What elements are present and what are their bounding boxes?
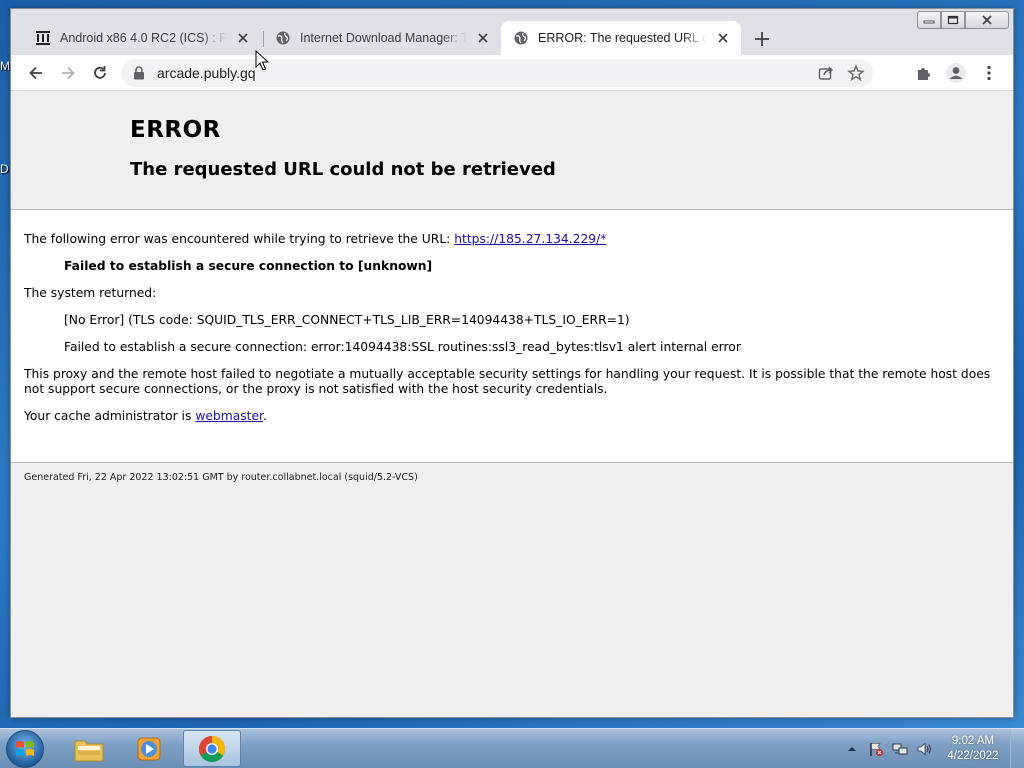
close-window-button[interactable] bbox=[965, 11, 1009, 29]
taskbar: 9:02 AM 4/22/2022 bbox=[0, 728, 1024, 768]
lock-icon[interactable] bbox=[133, 66, 145, 80]
reload-button[interactable] bbox=[88, 61, 112, 85]
cache-admin-suffix: . bbox=[262, 409, 267, 423]
tab-strip: Android x86 4.0 RC2 (ICS) : Free D Inter… bbox=[11, 9, 1013, 55]
minimize-icon bbox=[923, 20, 935, 24]
tab-title: ERROR: The requested URL could bbox=[538, 31, 707, 45]
chrome-icon bbox=[198, 735, 226, 762]
close-tab-icon[interactable] bbox=[235, 30, 251, 46]
system-returned-label: The system returned: bbox=[24, 286, 157, 300]
browser-window: Android x86 4.0 RC2 (ICS) : Free D Inter… bbox=[10, 8, 1014, 718]
globe-icon bbox=[514, 31, 528, 45]
mouse-cursor-icon bbox=[255, 50, 269, 71]
taskbar-explorer[interactable] bbox=[60, 730, 118, 767]
start-button[interactable] bbox=[6, 730, 44, 768]
taskbar-chrome[interactable] bbox=[183, 730, 241, 767]
close-icon bbox=[982, 15, 992, 25]
network-icon[interactable] bbox=[892, 741, 908, 757]
new-tab-plus-icon[interactable] bbox=[751, 28, 773, 50]
error-header: ERROR The requested URL could not be ret… bbox=[11, 91, 1013, 209]
bookmark-star-icon[interactable] bbox=[847, 64, 865, 82]
show-hidden-icons-chevron-up-icon[interactable] bbox=[844, 741, 860, 757]
action-center-flag-icon[interactable] bbox=[868, 741, 884, 757]
error-intro-text: The following error was encountered whil… bbox=[24, 232, 451, 246]
reload-icon bbox=[94, 66, 106, 79]
tls-code-text: [No Error] (TLS code: SQUID_TLS_ERR_CONN… bbox=[64, 313, 630, 327]
profile-button[interactable] bbox=[944, 61, 968, 85]
puzzle-piece-icon bbox=[918, 68, 930, 80]
back-arrow-icon bbox=[29, 66, 42, 80]
cache-admin-line: Your cache administrator is webmaster. bbox=[24, 409, 1000, 424]
desktop-icon-label-fragment[interactable]: M bbox=[0, 59, 10, 73]
error-intro: The following error was encountered whil… bbox=[24, 232, 1000, 247]
error-summary: Failed to establish a secure connection … bbox=[64, 259, 433, 273]
taskbar-media-player[interactable] bbox=[120, 730, 178, 767]
error-url-link[interactable]: https://185.27.134.229/* bbox=[454, 232, 606, 246]
page-content: ERROR The requested URL could not be ret… bbox=[11, 91, 1013, 717]
volume-speaker-icon[interactable] bbox=[916, 741, 932, 757]
restore-icon bbox=[947, 15, 959, 25]
desktop-icon-label-fragment[interactable]: D bbox=[0, 162, 10, 176]
webmaster-link[interactable]: webmaster bbox=[195, 409, 263, 423]
show-desktop-button[interactable] bbox=[1010, 729, 1024, 768]
forward-button[interactable] bbox=[56, 61, 80, 85]
forward-arrow-icon bbox=[62, 66, 75, 80]
media-player-icon bbox=[137, 737, 161, 760]
profile-avatar-icon bbox=[946, 63, 966, 83]
tab-internet-download-manager[interactable]: Internet Download Manager: The bbox=[263, 21, 501, 55]
kebab-menu-icon bbox=[987, 65, 991, 81]
close-tab-icon[interactable] bbox=[475, 30, 491, 46]
error-details: The following error was encountered whil… bbox=[11, 209, 1013, 463]
tab-title: Android x86 4.0 RC2 (ICS) : Free D bbox=[60, 31, 227, 45]
system-clock[interactable]: 9:02 AM 4/22/2022 bbox=[940, 734, 1006, 764]
minimize-button[interactable] bbox=[917, 11, 941, 29]
system-tray bbox=[844, 729, 940, 768]
browser-toolbar: arcade.publy.gq bbox=[11, 55, 1013, 91]
explanation-text: This proxy and the remote host failed to… bbox=[24, 367, 991, 396]
page-title: ERROR bbox=[130, 117, 221, 143]
address-bar[interactable]: arcade.publy.gq bbox=[121, 59, 873, 87]
archive-org-icon bbox=[36, 31, 50, 45]
windows-logo-icon bbox=[16, 741, 34, 756]
clock-time: 9:02 AM bbox=[951, 735, 995, 747]
clock-date: 4/22/2022 bbox=[947, 750, 999, 762]
extensions-button[interactable] bbox=[912, 61, 936, 85]
tab-title: Internet Download Manager: The bbox=[300, 31, 467, 45]
maximize-button[interactable] bbox=[941, 11, 965, 29]
share-icon[interactable] bbox=[817, 64, 835, 82]
page-subtitle: The requested URL could not be retrieved bbox=[130, 159, 556, 180]
tab-error-page[interactable]: ERROR: The requested URL could bbox=[501, 21, 741, 55]
globe-icon bbox=[276, 31, 290, 45]
page-footer: Generated Fri, 22 Apr 2022 13:02:51 GMT … bbox=[24, 472, 418, 483]
address-bar-url[interactable]: arcade.publy.gq bbox=[157, 65, 256, 81]
tab-android-x86[interactable]: Android x86 4.0 RC2 (ICS) : Free D bbox=[23, 21, 261, 55]
cache-admin-prefix: Your cache administrator is bbox=[24, 409, 192, 423]
close-tab-icon[interactable] bbox=[715, 30, 731, 46]
menu-button[interactable] bbox=[977, 61, 1001, 85]
back-button[interactable] bbox=[24, 61, 48, 85]
folder-icon bbox=[74, 740, 104, 761]
ssl-error-text: Failed to establish a secure connection:… bbox=[64, 340, 741, 354]
